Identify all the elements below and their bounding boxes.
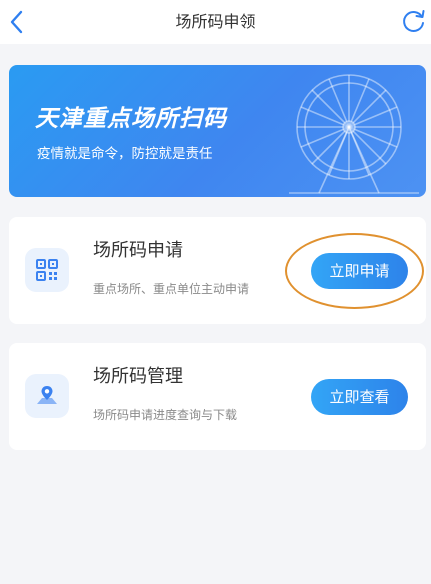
highlight-circle: [285, 233, 424, 309]
view-now-button[interactable]: 立即查看: [311, 379, 408, 415]
ferris-wheel-icon: [289, 74, 419, 194]
nav-bar: 场所码申领: [0, 0, 431, 44]
banner-title: 天津重点场所扫码: [35, 106, 227, 132]
page-title: 场所码申领: [175, 12, 256, 31]
banner-subtitle: 疫情就是命令，防控就是责任: [37, 146, 213, 162]
card-manage: 场所码管理 场所码申请进度查询与下载 立即查看: [9, 343, 426, 450]
card-subtitle: 重点场所、重点单位主动申请: [93, 282, 250, 296]
card-title: 场所码申请: [93, 240, 183, 261]
map-pin-icon: [25, 374, 69, 418]
qr-code-icon: [25, 248, 69, 292]
banner: 天津重点场所扫码 疫情就是命令，防控就是责任: [9, 65, 426, 197]
refresh-icon[interactable]: [401, 8, 427, 34]
card-title: 场所码管理: [93, 366, 183, 387]
card-subtitle: 场所码申请进度查询与下载: [93, 408, 238, 422]
